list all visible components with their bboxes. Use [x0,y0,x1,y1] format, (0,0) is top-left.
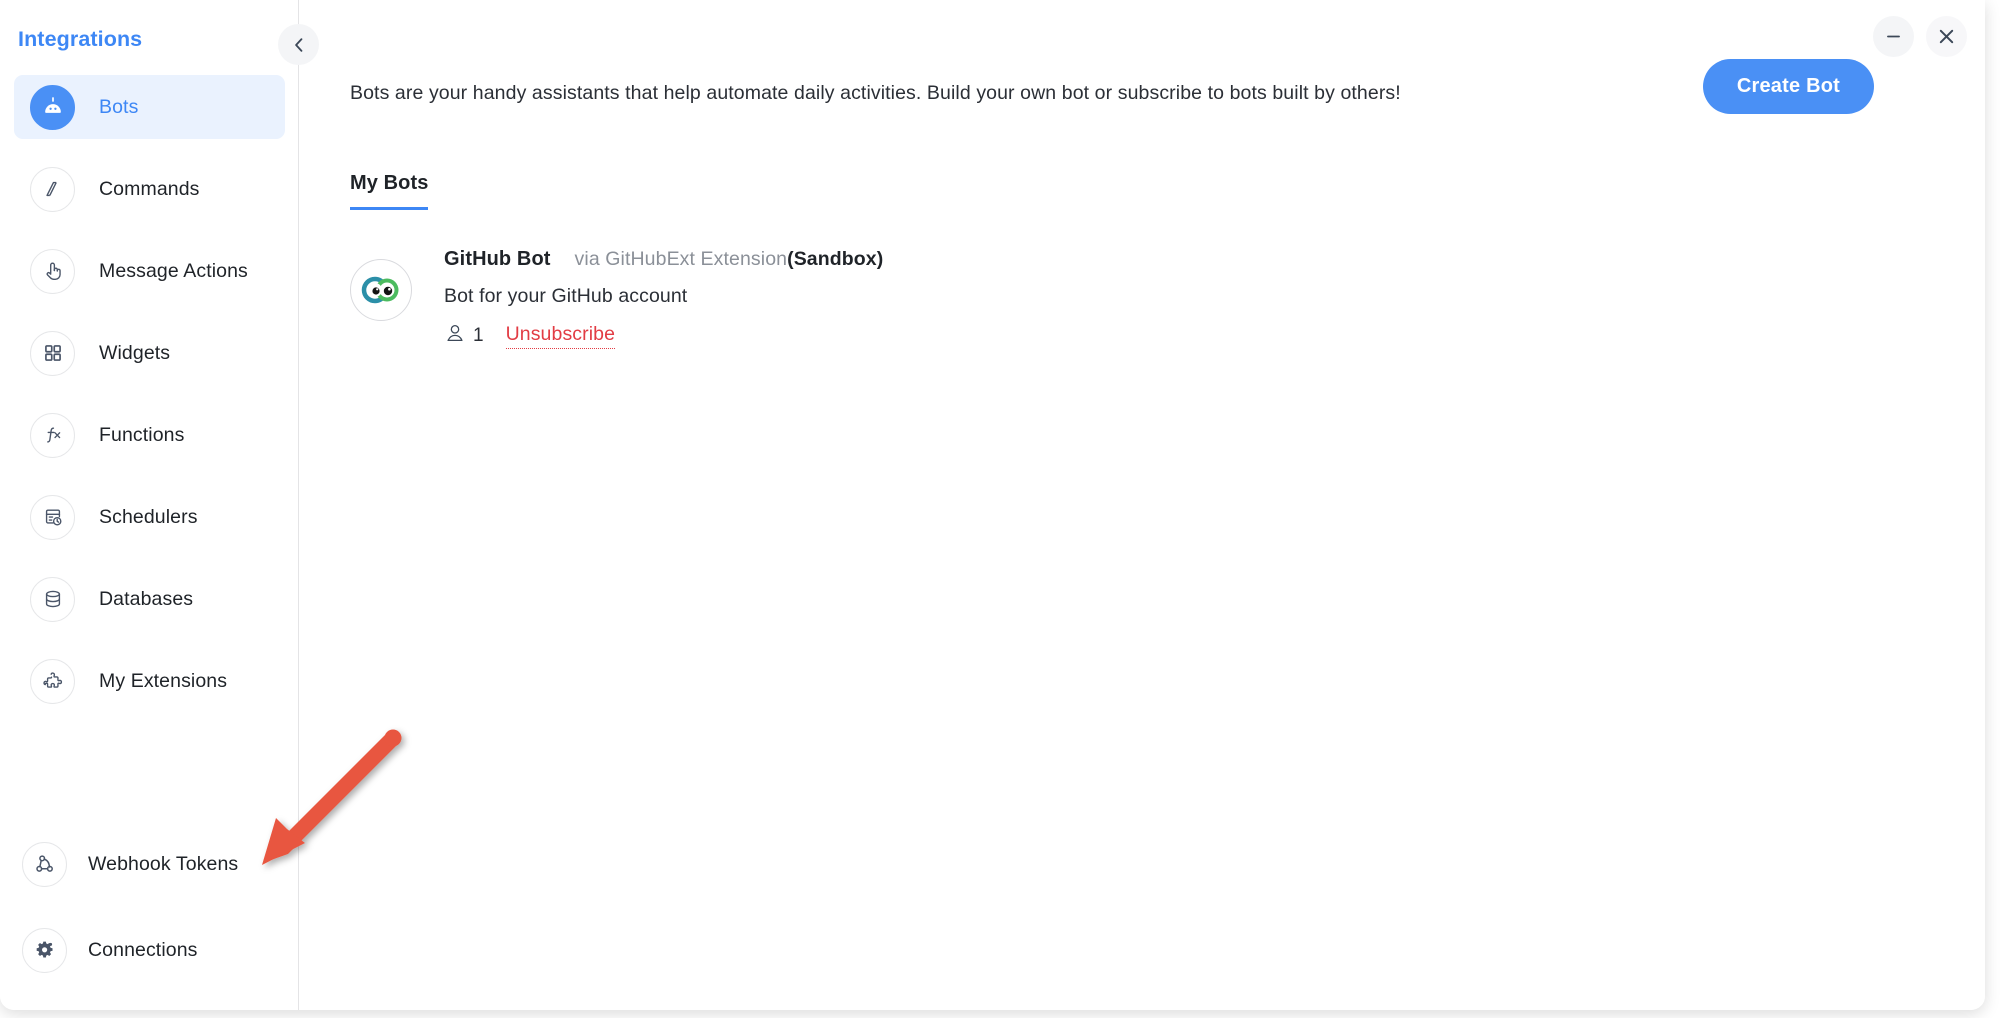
sidebar-item-commands[interactable]: Commands [14,157,285,221]
subscriber-user-icon [444,322,466,349]
sidebar-item-bots[interactable]: Bots [14,75,285,139]
bot-meta-row: 1 Unsubscribe [444,322,883,349]
grid-squares-icon [30,330,75,376]
tab-my-bots[interactable]: My Bots [350,172,429,210]
sidebar-nav-list: Bots Commands Message Actions Widgets Fu… [0,75,299,731]
sidebar-bottom-nav: Webhook Tokens Connections [0,832,299,982]
bot-info: GitHub Bot via GitHubExt Extension(Sandb… [444,248,883,349]
sidebar-item-label: Connections [88,938,198,961]
close-icon [1939,29,1954,44]
sidebar-item-widgets[interactable]: Widgets [14,321,285,385]
subscriber-count: 1 [473,324,484,346]
sidebar: Integrations Bots Commands Message Actio… [0,0,319,1010]
scheduler-clock-icon [30,494,75,540]
chevron-left-icon [294,37,302,52]
sidebar-item-label: Functions [99,423,185,446]
window-controls [1873,16,1967,57]
collapse-sidebar-button[interactable] [278,24,319,65]
bot-name: GitHub Bot [444,248,551,270]
bot-via-extension: via GitHubExt Extension(Sandbox) [575,248,884,271]
tap-hand-icon [30,248,75,294]
minimize-button[interactable] [1873,16,1914,57]
sidebar-title: Integrations [18,27,143,51]
sidebar-item-message-actions[interactable]: Message Actions [14,239,285,303]
bot-avatar-eyes-icon [361,276,399,304]
sidebar-item-label: Message Actions [99,259,248,282]
bot-list-item: GitHub Bot via GitHubExt Extension(Sandb… [350,248,1945,349]
tab-bar: My Bots [350,172,429,210]
bot-title-line: GitHub Bot via GitHubExt Extension(Sandb… [444,248,883,271]
slash-command-icon [30,166,75,212]
intro-row: Bots are your handy assistants that help… [350,59,1985,114]
intro-description: Bots are your handy assistants that help… [350,82,1401,104]
sidebar-item-schedulers[interactable]: Schedulers [14,485,285,549]
main-content: Bots are your handy assistants that help… [300,0,1985,1010]
gear-icon [22,927,67,973]
create-bot-button[interactable]: Create Bot [1702,59,1874,114]
puzzle-piece-icon [30,658,75,704]
sidebar-item-webhook-tokens[interactable]: Webhook Tokens [14,832,285,896]
sidebar-item-label: Schedulers [99,505,198,528]
sidebar-item-label: Commands [99,177,200,200]
sidebar-item-label: Databases [99,587,194,610]
minimize-icon [1887,35,1900,38]
bot-icon [30,84,75,130]
avatar [350,259,412,321]
bot-via-text: via GitHubExt Extension [574,248,788,270]
sidebar-item-label: Widgets [99,341,171,364]
sidebar-item-label: Bots [99,95,139,118]
function-icon [30,412,75,458]
sidebar-item-label: Webhook Tokens [88,852,239,875]
sidebar-item-label: My Extensions [99,669,228,692]
unsubscribe-link[interactable]: Unsubscribe [505,323,616,349]
bot-list: GitHub Bot via GitHubExt Extension(Sandb… [350,248,1945,349]
bot-description: Bot for your GitHub account [444,285,688,307]
sidebar-item-my-extensions[interactable]: My Extensions [14,649,285,713]
sidebar-item-functions[interactable]: Functions [14,403,285,467]
app-window: Integrations Bots Commands Message Actio… [0,0,1985,1010]
bot-scope-badge: (Sandbox) [787,248,884,270]
webhook-icon [22,841,67,887]
database-icon [30,576,75,622]
close-button[interactable] [1926,16,1967,57]
sidebar-item-connections[interactable]: Connections [14,918,285,982]
sidebar-item-databases[interactable]: Databases [14,567,285,631]
